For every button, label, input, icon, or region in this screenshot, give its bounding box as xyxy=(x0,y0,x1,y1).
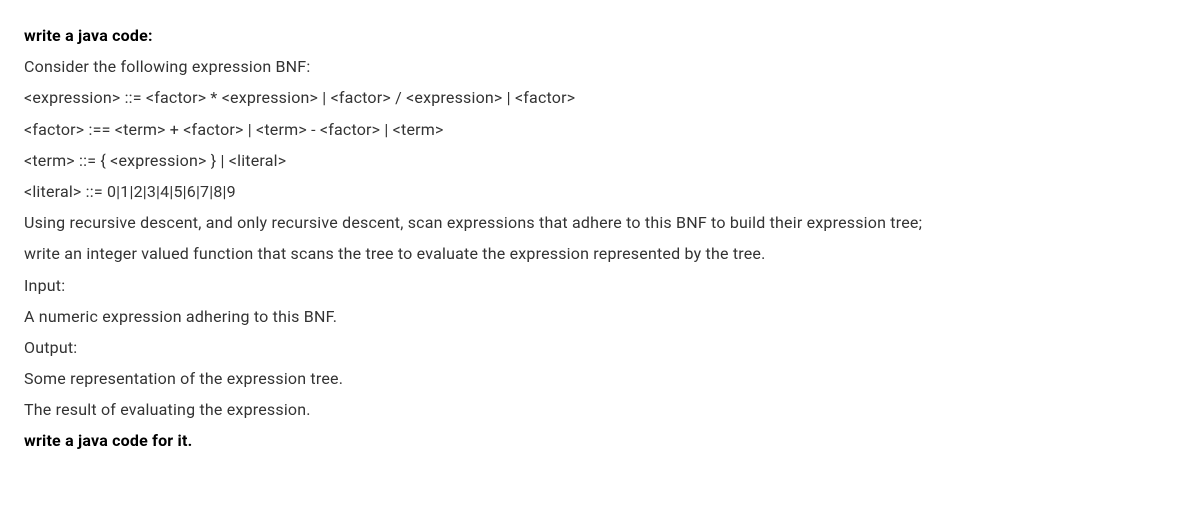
text-line: Using recursive descent, and only recurs… xyxy=(24,207,1176,238)
bnf-line: <term> ::= { <expression> } | <literal> xyxy=(24,145,1176,176)
text-line: write an integer valued function that sc… xyxy=(24,238,1176,269)
closing-line: write a java code for it. xyxy=(24,425,1176,456)
text-line: Consider the following expression BNF: xyxy=(24,51,1176,82)
bnf-line: <expression> ::= <factor> * <expression>… xyxy=(24,82,1176,113)
text-line: Input: xyxy=(24,270,1176,301)
heading-line: write a java code: xyxy=(24,20,1176,51)
text-line: The result of evaluating the expression. xyxy=(24,394,1176,425)
text-line: Output: xyxy=(24,332,1176,363)
bnf-line: <literal> ::= 0|1|2|3|4|5|6|7|8|9 xyxy=(24,176,1176,207)
text-line: A numeric expression adhering to this BN… xyxy=(24,301,1176,332)
document-body: write a java code: Consider the followin… xyxy=(24,20,1176,457)
bnf-line: <factor> :== <term> + <factor> | <term> … xyxy=(24,114,1176,145)
text-line: Some representation of the expression tr… xyxy=(24,363,1176,394)
